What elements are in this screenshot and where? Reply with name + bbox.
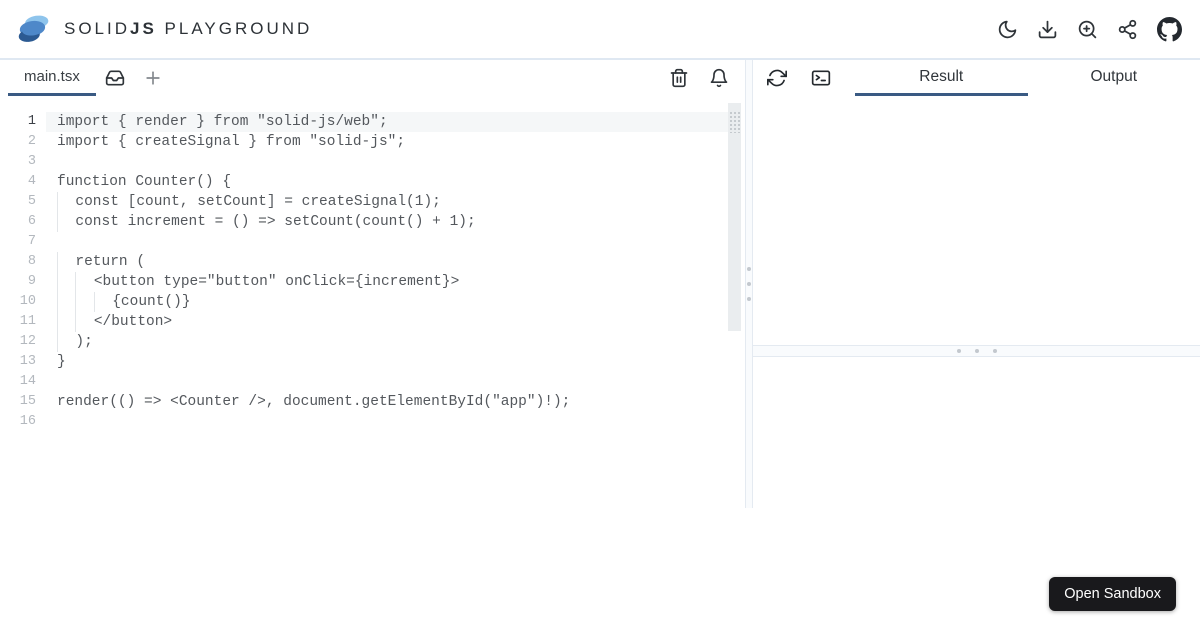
code-line[interactable] xyxy=(46,412,728,432)
add-tab-icon xyxy=(146,71,160,85)
download-icon xyxy=(1038,20,1057,38)
handle-dot xyxy=(747,282,751,286)
code-line[interactable]: </button> xyxy=(46,312,728,332)
tabbar-actions xyxy=(669,60,729,96)
code-area[interactable]: import { render } from "solid-js/web"; im… xyxy=(46,112,728,508)
github-icon xyxy=(1157,16,1182,41)
line-number: 9 xyxy=(27,274,36,289)
code-line[interactable] xyxy=(46,152,728,172)
code-line[interactable]: {count()} xyxy=(46,292,728,312)
terminal-button[interactable] xyxy=(811,60,831,96)
notifications-button[interactable] xyxy=(709,68,729,88)
app-header: SOLIDJS PLAYGROUND xyxy=(0,0,1200,60)
code-line[interactable]: ); xyxy=(46,332,728,352)
handle-dot xyxy=(747,297,751,301)
scrollbar-thumb[interactable] xyxy=(729,111,740,133)
dark-mode-icon xyxy=(998,20,1017,38)
code-line[interactable]: const increment = () => setCount(count()… xyxy=(46,212,728,232)
zoom-in-icon xyxy=(1078,20,1097,38)
vertical-resize-handle[interactable] xyxy=(745,60,753,508)
tab-result[interactable]: Result xyxy=(855,60,1028,96)
code-line[interactable]: import { createSignal } from "solid-js"; xyxy=(46,132,728,152)
dark-mode-button[interactable] xyxy=(997,19,1018,40)
code-line[interactable]: render(() => <Counter />, document.getEl… xyxy=(46,392,728,412)
trash-icon xyxy=(670,68,688,88)
horizontal-resize-handle[interactable] xyxy=(753,345,1200,357)
handle-dot xyxy=(956,349,961,353)
share-button[interactable] xyxy=(1117,19,1138,40)
page-title: SOLIDJS PLAYGROUND xyxy=(64,19,313,38)
line-number: 6 xyxy=(27,214,36,229)
code-line[interactable]: const [count, setCount] = createSignal(1… xyxy=(46,192,728,212)
result-frame[interactable] xyxy=(753,96,1200,345)
refresh-icon xyxy=(767,69,787,87)
line-number: 3 xyxy=(27,154,36,169)
result-header: Result Output xyxy=(753,60,1200,96)
gutter: 1 2 3 4 5 6 7 8 9 10 11 12 13 14 15 16 xyxy=(0,112,46,508)
line-number: 13 xyxy=(19,354,36,369)
line-number: 7 xyxy=(27,234,36,249)
handle-dot xyxy=(992,349,997,353)
result-pane: Result Output xyxy=(753,60,1200,508)
solidjs-logo-icon xyxy=(18,15,49,42)
code-line[interactable]: import { render } from "solid-js/web"; xyxy=(46,112,728,132)
code-line[interactable]: <button type="button" onClick={increment… xyxy=(46,272,728,292)
editor-pane: main.tsx 1 2 3 4 5 6 7 8 9 10 11 12 13 1… xyxy=(0,60,745,508)
line-number: 4 xyxy=(27,174,36,189)
line-number: 11 xyxy=(19,314,36,329)
line-number: 14 xyxy=(19,374,36,389)
solidjs-playground-app: SOLIDJS PLAYGROUND main.tsx 1 2 3 4 5 6 … xyxy=(0,0,1200,630)
tab-main-tsx[interactable]: main.tsx xyxy=(8,60,96,96)
refresh-button[interactable] xyxy=(767,60,787,96)
github-button[interactable] xyxy=(1157,16,1182,42)
code-line[interactable]: return ( xyxy=(46,252,728,272)
add-tab-button[interactable] xyxy=(134,60,172,96)
line-number: 5 xyxy=(27,194,36,209)
tab-output[interactable]: Output xyxy=(1028,60,1200,96)
code-line[interactable]: } xyxy=(46,352,728,372)
zoom-in-button[interactable] xyxy=(1077,19,1098,40)
handle-dot xyxy=(974,349,979,353)
line-number: 10 xyxy=(19,294,36,309)
line-number: 15 xyxy=(19,394,36,409)
share-icon xyxy=(1118,19,1137,39)
line-number: 8 xyxy=(27,254,36,269)
header-actions xyxy=(997,16,1182,42)
open-sandbox-button[interactable]: Open Sandbox xyxy=(1049,577,1176,611)
bell-icon xyxy=(710,68,728,88)
line-number: 16 xyxy=(19,414,36,429)
output-frame[interactable] xyxy=(753,357,1200,508)
tabbar-spacer xyxy=(172,60,669,96)
line-number: 12 xyxy=(19,334,36,349)
workspace: main.tsx 1 2 3 4 5 6 7 8 9 10 11 12 13 1… xyxy=(0,60,1200,508)
code-editor[interactable]: 1 2 3 4 5 6 7 8 9 10 11 12 13 14 15 16 import { render … xyxy=(0,96,745,508)
line-number: 2 xyxy=(27,134,36,149)
editor-scrollbar[interactable] xyxy=(728,103,741,331)
import-files-button[interactable] xyxy=(96,60,134,96)
code-line[interactable]: function Counter() { xyxy=(46,172,728,192)
code-line[interactable] xyxy=(46,372,728,392)
code-line[interactable] xyxy=(46,232,728,252)
line-number: 1 xyxy=(27,114,36,129)
handle-dot xyxy=(747,267,751,271)
inbox-icon xyxy=(105,70,125,86)
delete-button[interactable] xyxy=(669,68,689,88)
download-button[interactable] xyxy=(1037,19,1058,40)
terminal-icon xyxy=(811,70,831,86)
file-tabbar: main.tsx xyxy=(0,60,745,96)
